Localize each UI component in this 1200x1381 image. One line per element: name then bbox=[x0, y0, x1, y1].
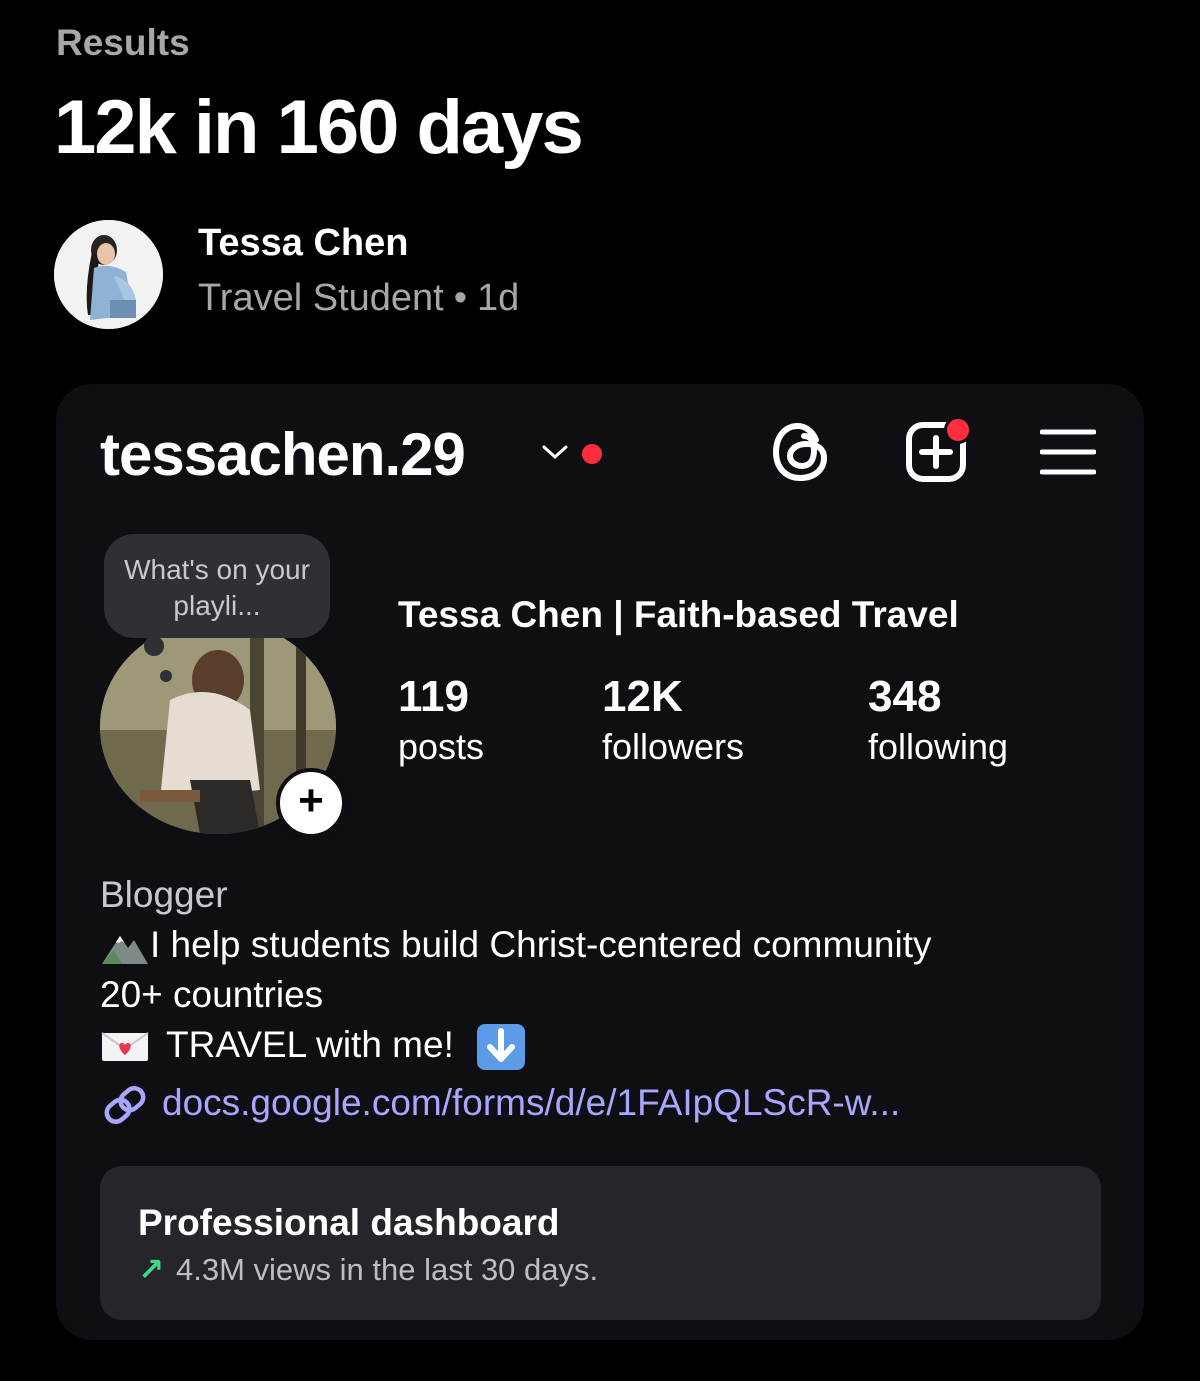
stat-label: followers bbox=[602, 726, 745, 767]
headline: 12k in 160 days bbox=[54, 85, 584, 170]
username[interactable]: tessachen.29 bbox=[100, 420, 466, 489]
notification-dot bbox=[582, 444, 602, 464]
author-role: Travel Student bbox=[198, 277, 444, 319]
stat-value: 348 bbox=[868, 672, 942, 721]
dashboard-views: 4.3M views in the last 30 days. bbox=[175, 1252, 599, 1287]
dashboard-title: Professional dashboard bbox=[138, 1202, 560, 1243]
post-time: 1d bbox=[477, 277, 520, 319]
author-meta: Travel Student • 1d bbox=[198, 277, 519, 320]
dashboard-subtitle: ↗ 4.3M views in the last 30 days. bbox=[138, 1252, 598, 1288]
followers-stat[interactable]: 12K followers bbox=[602, 672, 744, 768]
bio-line: TRAVEL with me! bbox=[100, 1020, 931, 1071]
author-avatar[interactable] bbox=[54, 220, 163, 329]
threads-icon[interactable] bbox=[770, 420, 830, 484]
bio-link-text: docs.google.com/forms/d/e/1FAIpQLScR-w..… bbox=[162, 1082, 901, 1123]
bio: Blogger I help students build Christ-cen… bbox=[100, 870, 931, 1071]
bio-line: I help students build Christ-centered co… bbox=[100, 920, 931, 970]
bio-line-3: TRAVEL with me! bbox=[166, 1024, 454, 1065]
bio-line-2: 20+ countries bbox=[100, 974, 324, 1015]
link-icon bbox=[104, 1086, 146, 1125]
display-name: Tessa Chen | Faith-based Travel bbox=[398, 594, 959, 635]
trend-up-icon: ↗ bbox=[138, 1252, 164, 1287]
meta-separator: • bbox=[453, 277, 468, 319]
note-bubble[interactable]: What's on your playli... bbox=[104, 534, 330, 638]
posts-stat[interactable]: 119 posts bbox=[398, 672, 484, 768]
hamburger-menu-icon[interactable] bbox=[1040, 428, 1096, 476]
profile-screenshot-card: tessachen.29 What's on your playli... + … bbox=[56, 384, 1144, 1340]
down-arrow-icon bbox=[477, 1024, 526, 1071]
bio-link[interactable]: docs.google.com/forms/d/e/1FAIpQLScR-w..… bbox=[100, 1082, 900, 1126]
stat-value: 12K bbox=[602, 672, 683, 721]
stat-label: posts bbox=[398, 726, 485, 767]
bio-line-1: I help students build Christ-centered co… bbox=[150, 924, 932, 965]
love-letter-icon bbox=[101, 1032, 149, 1062]
add-story-button[interactable]: + bbox=[276, 768, 346, 838]
add-post-badge bbox=[944, 416, 972, 444]
stat-label: following bbox=[868, 726, 1009, 767]
stat-value: 119 bbox=[398, 672, 469, 721]
bio-category: Blogger bbox=[100, 874, 228, 915]
mountain-icon bbox=[102, 936, 148, 965]
author-name[interactable]: Tessa Chen bbox=[198, 222, 408, 265]
chevron-down-icon[interactable] bbox=[540, 442, 570, 462]
following-stat[interactable]: 348 following bbox=[868, 672, 1008, 768]
note-tail bbox=[160, 670, 172, 682]
section-label: Results bbox=[56, 22, 190, 63]
note-tail bbox=[144, 636, 164, 656]
professional-dashboard[interactable]: Professional dashboard ↗ 4.3M views in th… bbox=[100, 1166, 1101, 1320]
